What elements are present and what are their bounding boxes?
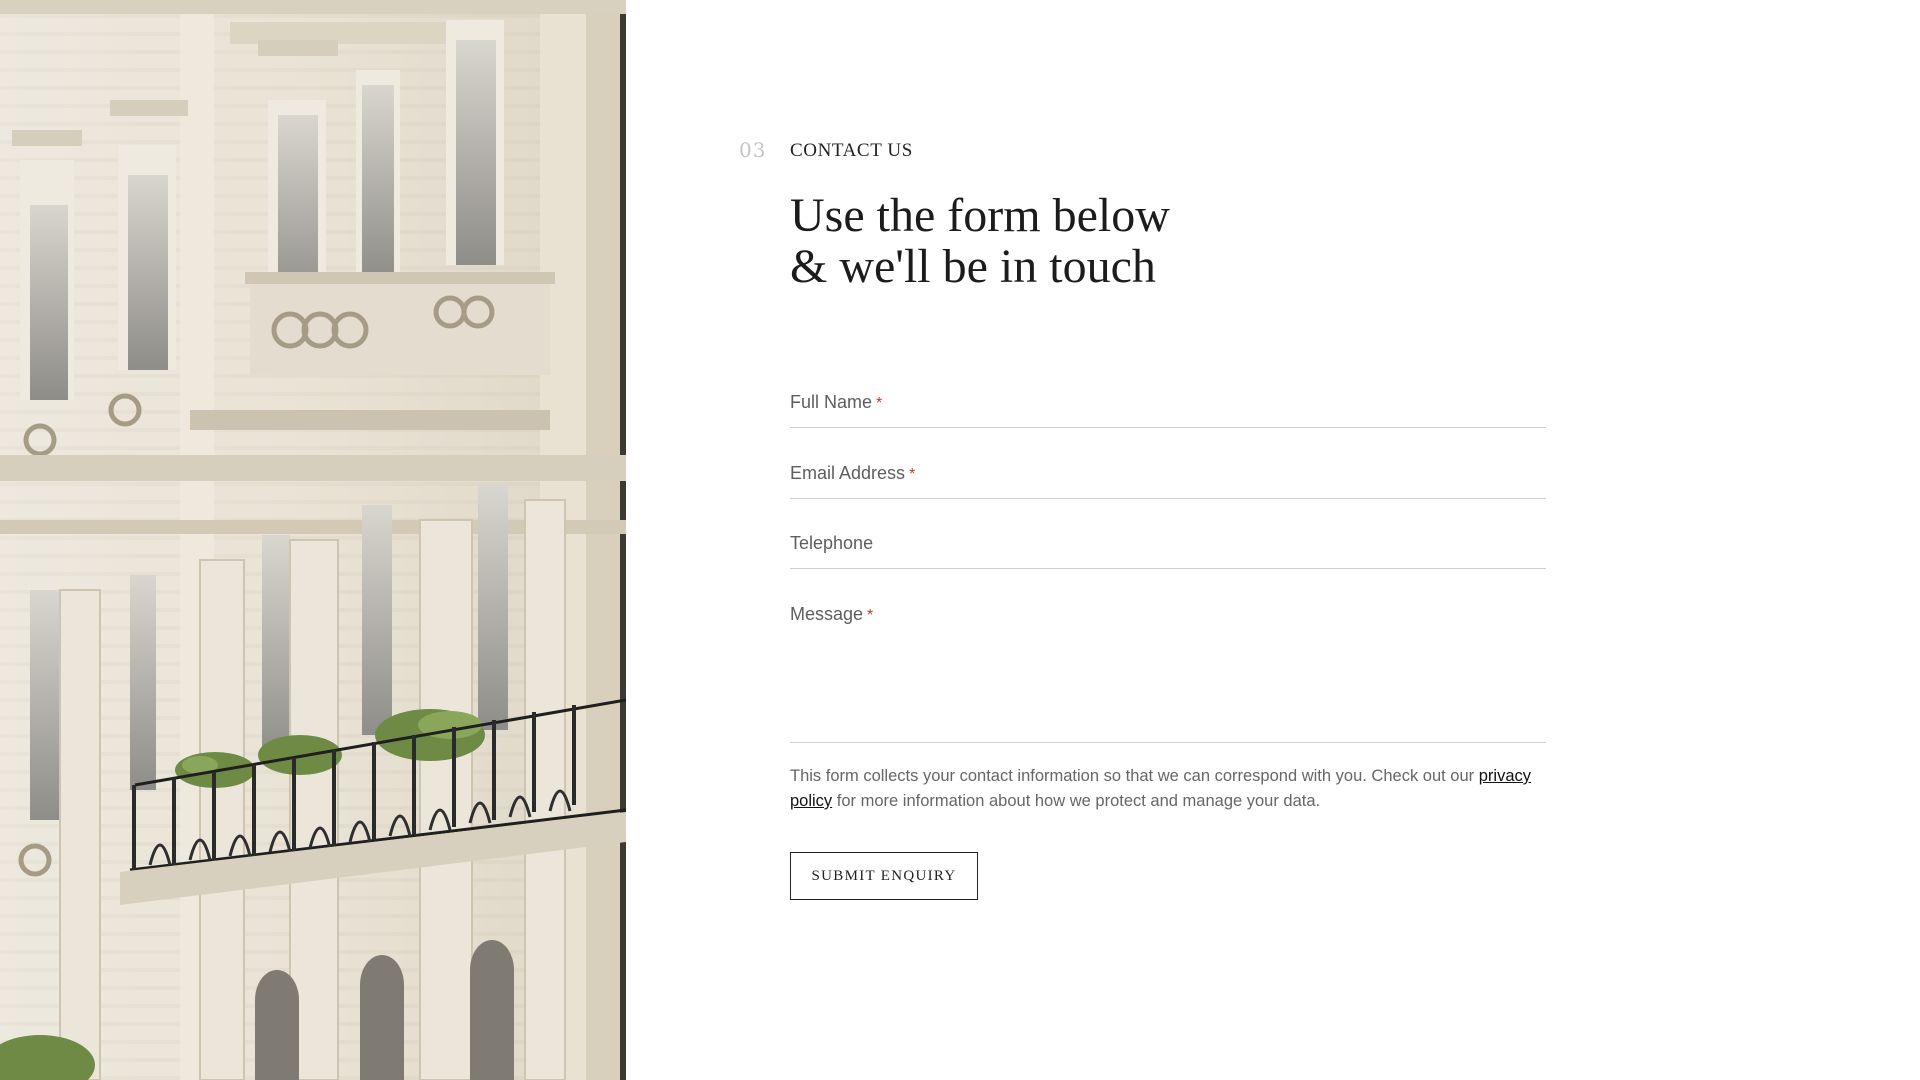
notice-text-before: This form collects your contact informat… — [790, 767, 1479, 785]
notice-text-after: for more information about how we protec… — [832, 792, 1321, 810]
email-field[interactable]: Email Address * — [790, 463, 1546, 499]
contact-section: 03 CONTACT US Use the form below & we'll… — [626, 0, 1920, 1080]
message-field[interactable]: Message * — [790, 604, 1546, 743]
title-line-2: & we'll be in touch — [790, 240, 1156, 293]
section-eyebrow: CONTACT US — [790, 140, 913, 161]
submit-enquiry-button[interactable]: SUBMIT ENQUIRY — [790, 852, 978, 900]
telephone-field[interactable]: Telephone — [790, 533, 1546, 569]
page-title: Use the form below & we'll be in touch — [790, 190, 1170, 292]
full-name-label: Full Name — [790, 392, 873, 412]
page: 03 CONTACT US Use the form below & we'll… — [0, 0, 1920, 1080]
email-label: Email Address — [790, 463, 906, 483]
telephone-label: Telephone — [790, 533, 874, 553]
building-photo — [0, 0, 626, 1080]
required-marker: * — [876, 395, 883, 412]
title-line-1: Use the form below — [790, 189, 1170, 242]
full-name-field[interactable]: Full Name * — [790, 392, 1546, 428]
message-label: Message — [790, 604, 864, 624]
section-number: 03 — [739, 138, 767, 162]
privacy-notice: This form collects your contact informat… — [790, 764, 1550, 814]
required-marker: * — [867, 607, 874, 624]
required-marker: * — [909, 466, 916, 483]
